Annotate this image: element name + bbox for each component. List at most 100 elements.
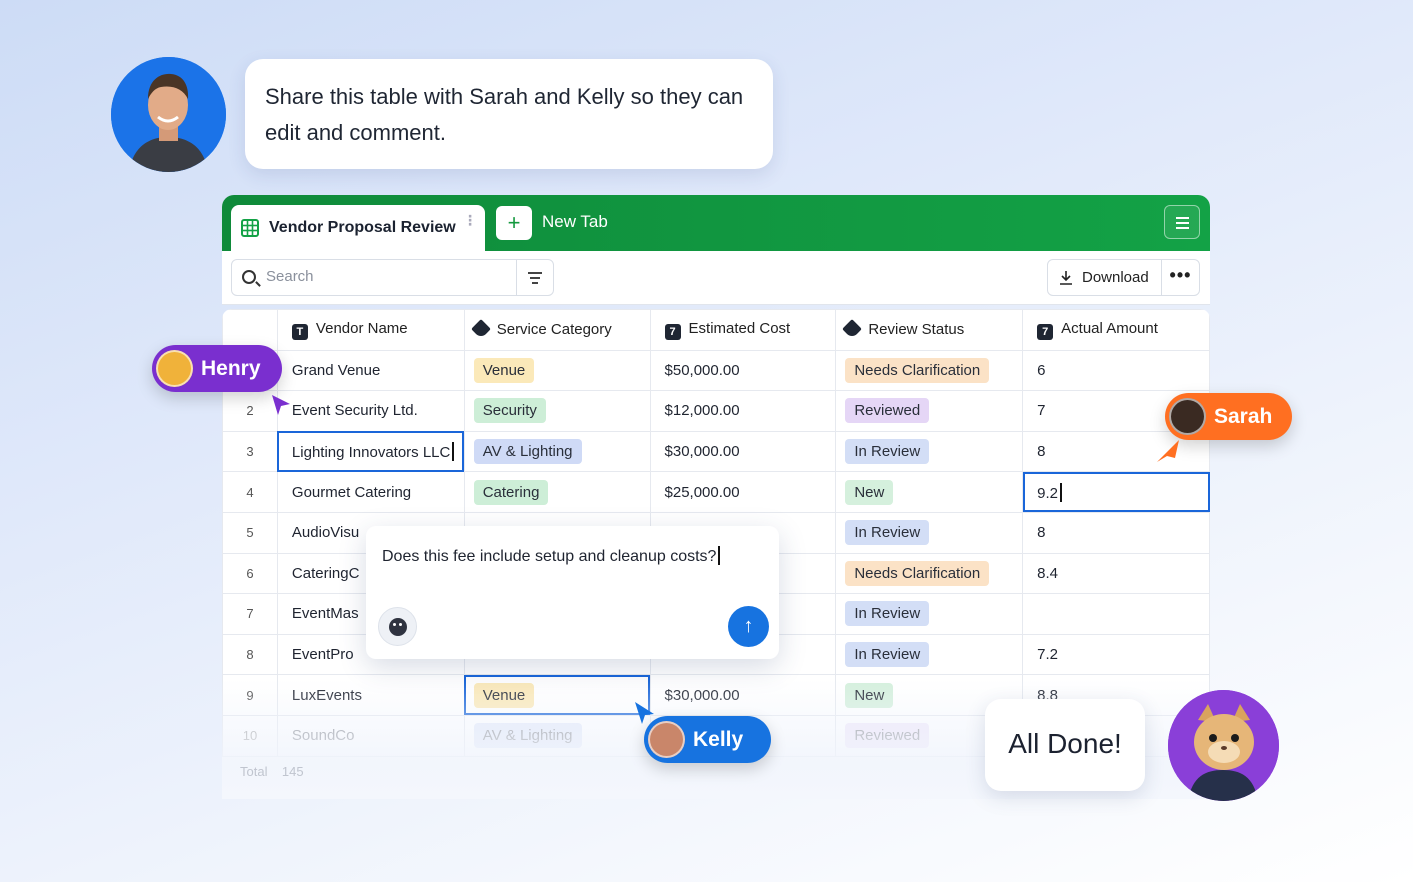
service-category-cell[interactable]: Venue — [463, 349, 651, 392]
service-category-cell[interactable]: AV & Lighting — [463, 430, 651, 473]
review-status-cell-pill: In Review — [845, 520, 930, 546]
table-row: Grand Venue Venue $50,000.00 Needs Clarific… — [222, 349, 1210, 392]
text-cursor — [452, 442, 455, 462]
add-tab-button[interactable]: + — [496, 206, 532, 240]
estimated-cost-cell[interactable]: $30,000.00 — [649, 430, 837, 473]
done-message: All Done! — [1008, 728, 1122, 759]
sarah-cursor-tag: Sarah — [1165, 393, 1292, 440]
service-category-cell-pill: Venue — [473, 682, 535, 708]
tab-options-icon[interactable]: ⋮ — [463, 213, 477, 227]
vendor-name-cell[interactable]: SoundCo — [276, 714, 465, 757]
actual-amount-cell-text: 8.4 — [1037, 564, 1059, 582]
vendor-name-cell[interactable]: Lighting Innovators LLC — [276, 430, 465, 473]
henry-name: Henry — [201, 356, 261, 380]
actual-amount-cell-text: 8 — [1037, 443, 1046, 461]
vendor-name-cell[interactable]: LuxEvents — [276, 674, 465, 716]
tag-icon — [470, 319, 491, 340]
service-category-cell[interactable]: AV & Lighting — [463, 714, 651, 757]
henry-avatar — [156, 350, 193, 387]
toolbar: Download ••• — [222, 251, 1210, 305]
review-status-cell-pill: Reviewed — [845, 723, 930, 749]
review-status-cell[interactable]: Needs Clarification — [835, 552, 1024, 595]
user-avatar — [111, 57, 226, 172]
vendor-name-cell-text: Gourmet Catering — [291, 483, 412, 501]
more-options-button[interactable]: ••• — [1161, 260, 1199, 295]
tab-vendor-proposal-review[interactable]: Vendor Proposal Review ⋮ — [231, 205, 485, 251]
service-category-cell-pill: Catering — [473, 479, 549, 505]
estimated-cost-cell[interactable]: $30,000.00 — [649, 674, 837, 716]
estimated-cost-cell-text: $25,000.00 — [664, 483, 740, 501]
emoji-button[interactable] — [378, 607, 417, 646]
grid-icon — [241, 219, 259, 237]
smiley-icon — [389, 618, 407, 636]
column-header-service-category[interactable]: Service Category — [463, 309, 651, 351]
henry-pointer-icon — [272, 395, 290, 415]
hamburger-menu-icon[interactable] — [1164, 205, 1200, 239]
download-button[interactable]: Download — [1058, 260, 1149, 295]
service-category-cell-pill: Venue — [473, 357, 535, 383]
column-header-vendor-name[interactable]: T Vendor Name — [276, 309, 465, 351]
row-number: 7 — [222, 593, 278, 635]
estimated-cost-cell-text: $30,000.00 — [664, 443, 740, 461]
table-row: 2 Event Security Ltd. Security $12,000.00 Re… — [222, 390, 1210, 432]
actual-amount-cell[interactable]: 6 — [1022, 349, 1210, 392]
vendor-name-cell-text: Event Security Ltd. — [291, 402, 418, 420]
vendor-name-cell-text: EventMas — [291, 605, 359, 623]
row-number: 4 — [222, 471, 278, 513]
search-input[interactable] — [266, 268, 506, 285]
column-header-review-status[interactable]: Review Status — [835, 309, 1024, 351]
kelly-avatar — [648, 721, 685, 758]
vendor-name-cell[interactable]: Grand Venue — [276, 349, 465, 392]
vendor-name-cell-text: SoundCo — [291, 727, 355, 745]
filter-icon[interactable] — [516, 260, 553, 295]
search-icon — [242, 270, 256, 284]
estimated-cost-cell-text: $30,000.00 — [664, 686, 740, 704]
vendor-name-cell-text: AudioVisu — [291, 524, 360, 542]
vendor-name-cell[interactable]: Event Security Ltd. — [276, 390, 465, 432]
column-header-estimated-cost[interactable]: 7 Estimated Cost — [649, 309, 837, 351]
download-label: Download — [1082, 269, 1149, 286]
review-status-cell[interactable]: In Review — [835, 430, 1024, 473]
estimated-cost-cell[interactable]: $12,000.00 — [649, 390, 837, 432]
new-tab-label[interactable]: New Tab — [542, 212, 608, 232]
actual-amount-cell[interactable]: 8.4 — [1022, 552, 1210, 595]
user-prompt-bubble: Share this table with Sarah and Kelly so… — [245, 59, 773, 169]
review-status-cell-pill: In Review — [845, 642, 930, 668]
number-type-icon: 7 — [664, 323, 681, 340]
actual-amount-cell-text: 6 — [1037, 361, 1046, 379]
vendor-name-cell[interactable]: Gourmet Catering — [276, 471, 465, 513]
sarah-avatar — [1169, 398, 1206, 435]
user-avatar-image — [111, 57, 226, 172]
sarah-pointer-icon — [1157, 440, 1179, 462]
tag-icon — [842, 319, 863, 340]
vendor-name-cell-text: Grand Venue — [291, 361, 381, 379]
row-number-text: 4 — [246, 484, 254, 500]
review-status-cell[interactable]: In Review — [835, 593, 1024, 635]
number-type-icon: 7 — [1037, 323, 1054, 340]
column-header-actual-amount[interactable]: 7 Actual Amount — [1022, 309, 1210, 351]
review-status-cell[interactable]: Needs Clarification — [835, 349, 1024, 392]
service-category-cell[interactable]: Catering — [463, 471, 651, 513]
estimated-cost-cell[interactable]: $50,000.00 — [649, 349, 837, 392]
review-status-cell[interactable]: Reviewed — [835, 390, 1024, 432]
row-number-text: 5 — [246, 525, 254, 541]
total-footer: Total 145 — [240, 764, 304, 779]
actual-amount-cell[interactable]: 8 — [1022, 511, 1210, 554]
estimated-cost-cell[interactable]: $25,000.00 — [649, 471, 837, 513]
comment-popup: Does this fee include setup and cleanup … — [366, 526, 779, 659]
review-status-cell[interactable]: In Review — [835, 633, 1024, 676]
actual-amount-cell[interactable] — [1022, 593, 1210, 635]
row-number: 9 — [222, 674, 278, 716]
review-status-cell[interactable]: New — [835, 471, 1024, 513]
send-comment-button[interactable]: ↑ — [728, 606, 769, 647]
review-status-cell-pill: In Review — [845, 439, 930, 465]
service-category-cell[interactable]: Venue — [463, 674, 651, 716]
row-number-text: 10 — [242, 728, 258, 744]
henry-cursor-tag: Henry — [152, 345, 282, 392]
service-category-cell[interactable]: Security — [463, 390, 651, 432]
review-status-cell[interactable]: In Review — [835, 511, 1024, 554]
row-number-text: 6 — [246, 565, 254, 581]
actual-amount-cell[interactable]: 9.2 — [1022, 471, 1210, 513]
comment-input[interactable]: Does this fee include setup and cleanup … — [382, 546, 721, 566]
actual-amount-cell[interactable]: 7.2 — [1022, 633, 1210, 676]
